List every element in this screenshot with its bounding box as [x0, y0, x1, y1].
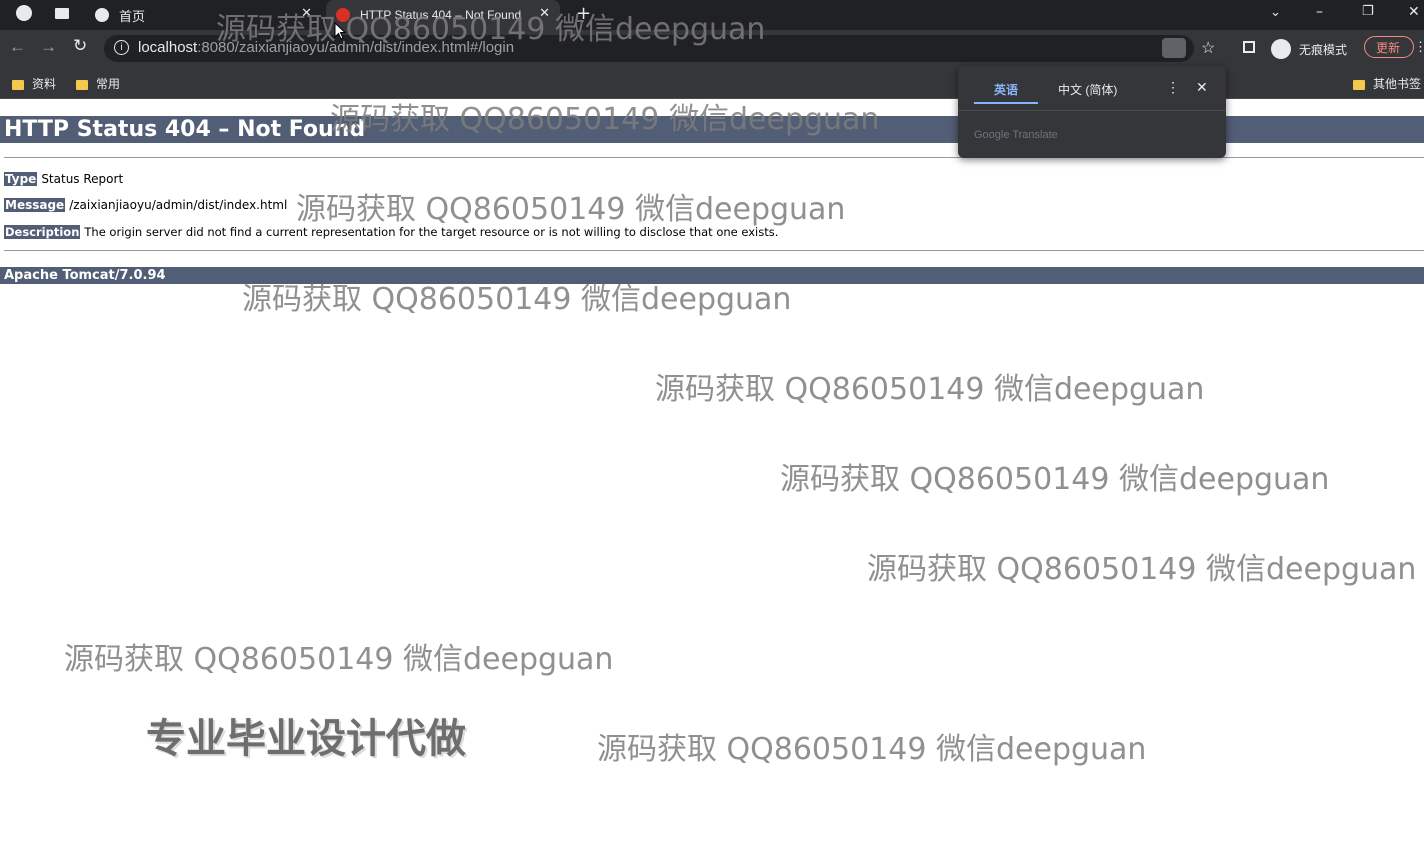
translate-divider	[958, 110, 1226, 111]
restore-icon[interactable]: ❐	[1362, 4, 1374, 19]
watermark-text: 源码获取 QQ86050149 微信deepguan	[64, 642, 614, 677]
type-row: Type Status Report	[4, 172, 123, 186]
google-translate-footer: Google Translate	[974, 129, 1058, 141]
close-window-icon[interactable]: ✕	[1408, 4, 1420, 20]
message-label: Message	[4, 198, 66, 212]
message-value: /zaixianjiaoyu/admin/dist/index.html	[69, 198, 288, 212]
watermark-text: 源码获取 QQ86050149 微信deepguan	[216, 12, 766, 47]
tab-list-chevron-icon[interactable]: ⌄	[1270, 5, 1281, 20]
folder-icon	[1353, 79, 1365, 90]
tab-source-language[interactable]: 英语	[994, 81, 1018, 98]
watermark-text: 源码获取 QQ86050149 微信deepguan	[597, 732, 1147, 767]
watermark-text: 源码获取 QQ86050149 微信deepguan	[867, 552, 1417, 587]
type-value: Status Report	[41, 172, 124, 186]
translate-icon[interactable]	[1162, 38, 1186, 58]
tab-source-underline	[974, 102, 1038, 104]
watermark-text: 源码获取 QQ86050149 微信deepguan	[780, 462, 1330, 497]
side-panel-icon[interactable]	[1243, 41, 1255, 53]
type-label: Type	[4, 172, 38, 186]
translate-close-icon[interactable]: ✕	[1196, 79, 1208, 96]
minimize-icon[interactable]: –	[1316, 4, 1323, 20]
bookmark-folder-ziliao[interactable]: 资料	[12, 75, 56, 92]
watermark-text: 源码获取 QQ86050149 微信deepguan	[242, 282, 792, 317]
promo-watermark: 专业毕业设计代做	[146, 716, 466, 762]
more-menu-icon[interactable]: ⋮	[1414, 39, 1424, 55]
bookmark-folder-other[interactable]: 其他书签	[1353, 75, 1421, 92]
description-label: Description	[4, 225, 81, 239]
bookmark-folder-changyong[interactable]: 常用	[76, 75, 120, 92]
update-button[interactable]: 更新	[1364, 36, 1414, 58]
tab-label: 首页	[119, 8, 146, 24]
translate-popup: 英语 中文 (简体) ⋮ ✕ Google Translate	[958, 66, 1226, 158]
browser-logo-icon	[16, 5, 32, 21]
incognito-label[interactable]: 无痕模式	[1299, 41, 1347, 58]
reload-icon[interactable]: ↻	[73, 36, 87, 56]
message-row: Message/zaixianjiaoyu/admin/dist/index.h…	[4, 198, 287, 212]
back-icon[interactable]: ←	[9, 37, 26, 57]
tab-search-icon[interactable]	[55, 8, 69, 19]
globe-icon	[95, 8, 109, 22]
tab-target-language[interactable]: 中文 (简体)	[1058, 81, 1117, 98]
watermark-text: 源码获取 QQ86050149 微信deepguan	[655, 372, 1205, 407]
watermark-text: 源码获取 QQ86050149 微信deepguan	[330, 102, 880, 137]
folder-icon	[76, 79, 88, 90]
divider	[4, 250, 1424, 251]
translate-options-icon[interactable]: ⋮	[1166, 79, 1180, 96]
mouse-cursor-icon	[334, 22, 346, 40]
incognito-avatar-icon[interactable]	[1271, 39, 1291, 59]
folder-icon	[12, 79, 24, 90]
site-info-icon[interactable]: i	[114, 40, 129, 55]
watermark-text: 源码获取 QQ86050149 微信deepguan	[296, 192, 846, 227]
forward-icon[interactable]: →	[40, 37, 57, 57]
bookmark-star-icon[interactable]: ☆	[1201, 38, 1215, 58]
